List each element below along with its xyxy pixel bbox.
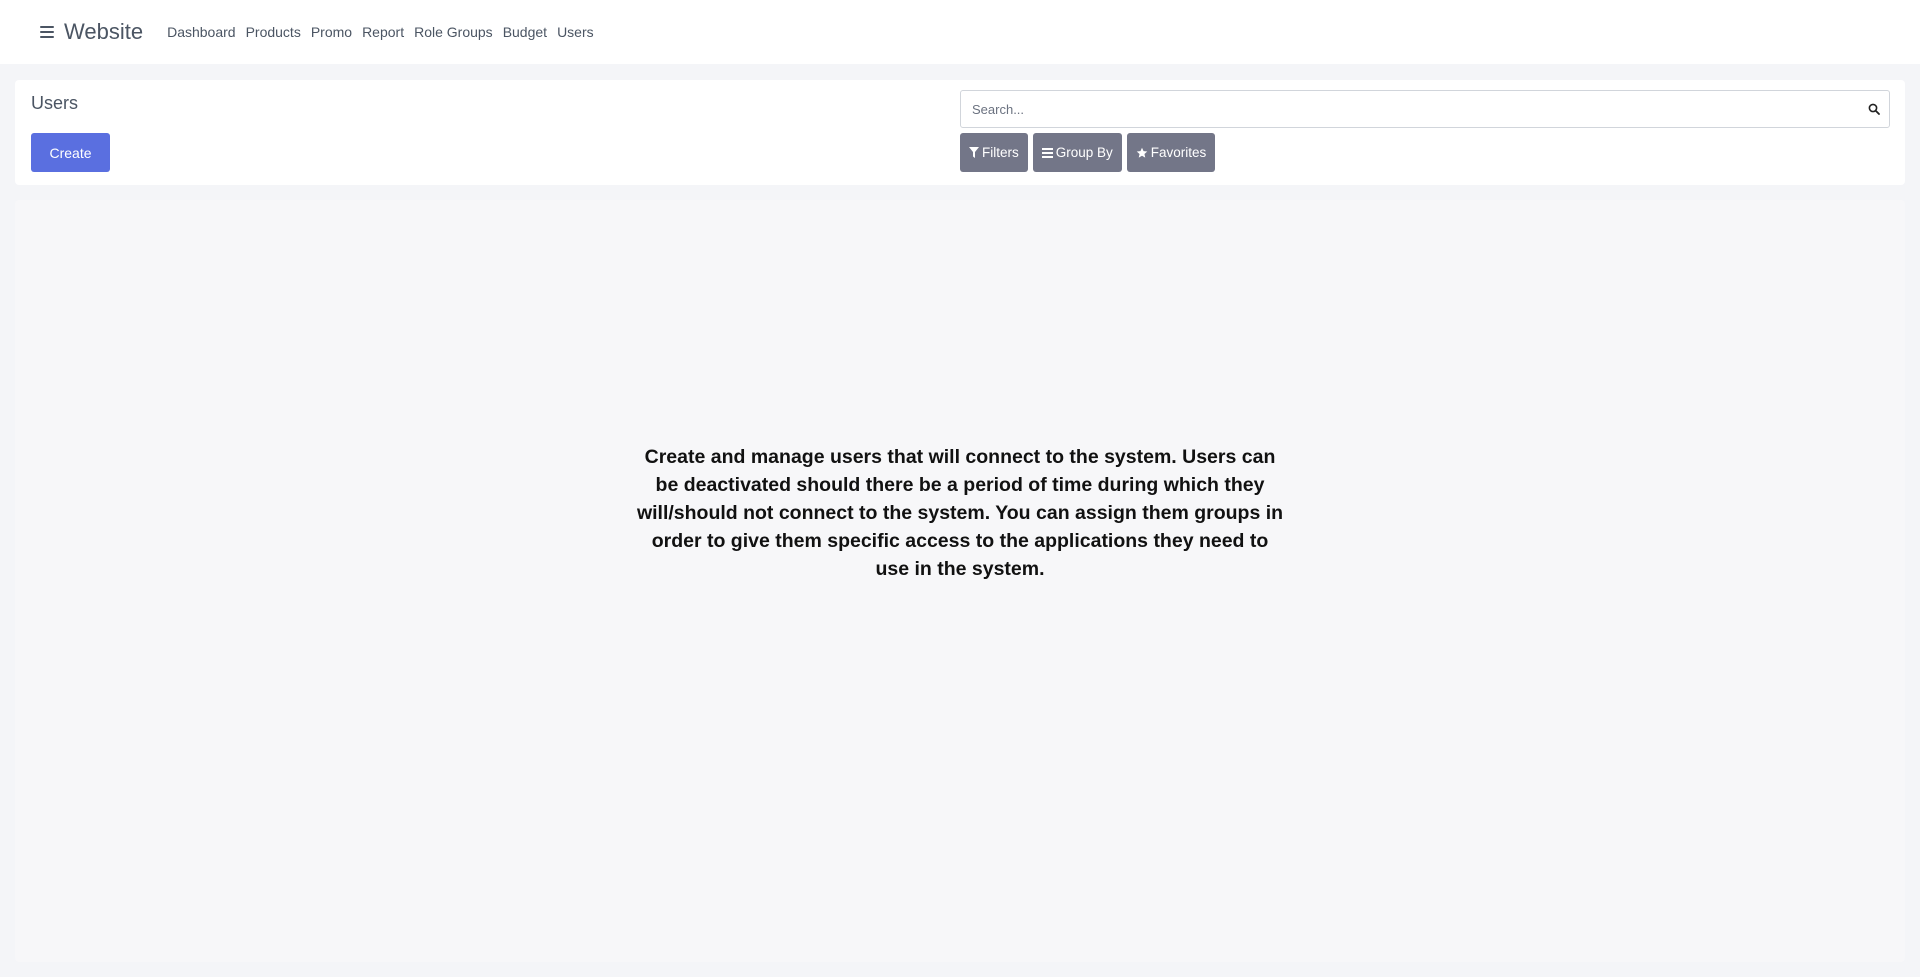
search-icon[interactable] [1859, 91, 1889, 127]
nav-item-users[interactable]: Users [557, 24, 594, 40]
nav-item-products[interactable]: Products [246, 24, 301, 40]
nav-item-report[interactable]: Report [362, 24, 404, 40]
control-panel: Users Create Filters Group By [15, 80, 1905, 185]
favorites-label: Favorites [1150, 145, 1207, 160]
group-by-label: Group By [1055, 145, 1113, 160]
filters-button[interactable]: Filters [960, 133, 1028, 172]
search-input[interactable] [961, 91, 1859, 127]
app-brand[interactable]: Website [64, 19, 143, 45]
nav-item-dashboard[interactable]: Dashboard [167, 24, 236, 40]
search-box [960, 90, 1890, 128]
group-by-button[interactable]: Group By [1032, 133, 1122, 172]
favorites-button[interactable]: Favorites [1126, 133, 1216, 172]
filters-label: Filters [982, 145, 1019, 160]
nav-item-promo[interactable]: Promo [311, 24, 352, 40]
main-content: Create and manage users that will connec… [15, 200, 1905, 962]
top-navbar: Website Dashboard Products Promo Report … [0, 0, 1920, 64]
search-options: Filters Group By Favorites [960, 133, 1220, 172]
list-icon [1041, 147, 1053, 158]
empty-state-help-text: Create and manage users that will connec… [636, 446, 1284, 580]
main-nav: Dashboard Products Promo Report Role Gro… [167, 24, 604, 40]
hamburger-menu-icon[interactable] [40, 26, 54, 38]
create-button[interactable]: Create [31, 133, 110, 172]
page-title: Users [31, 93, 79, 113]
star-icon [1136, 147, 1148, 159]
nav-item-budget[interactable]: Budget [503, 24, 547, 40]
filter-icon [969, 147, 979, 158]
nav-item-role-groups[interactable]: Role Groups [414, 24, 493, 40]
